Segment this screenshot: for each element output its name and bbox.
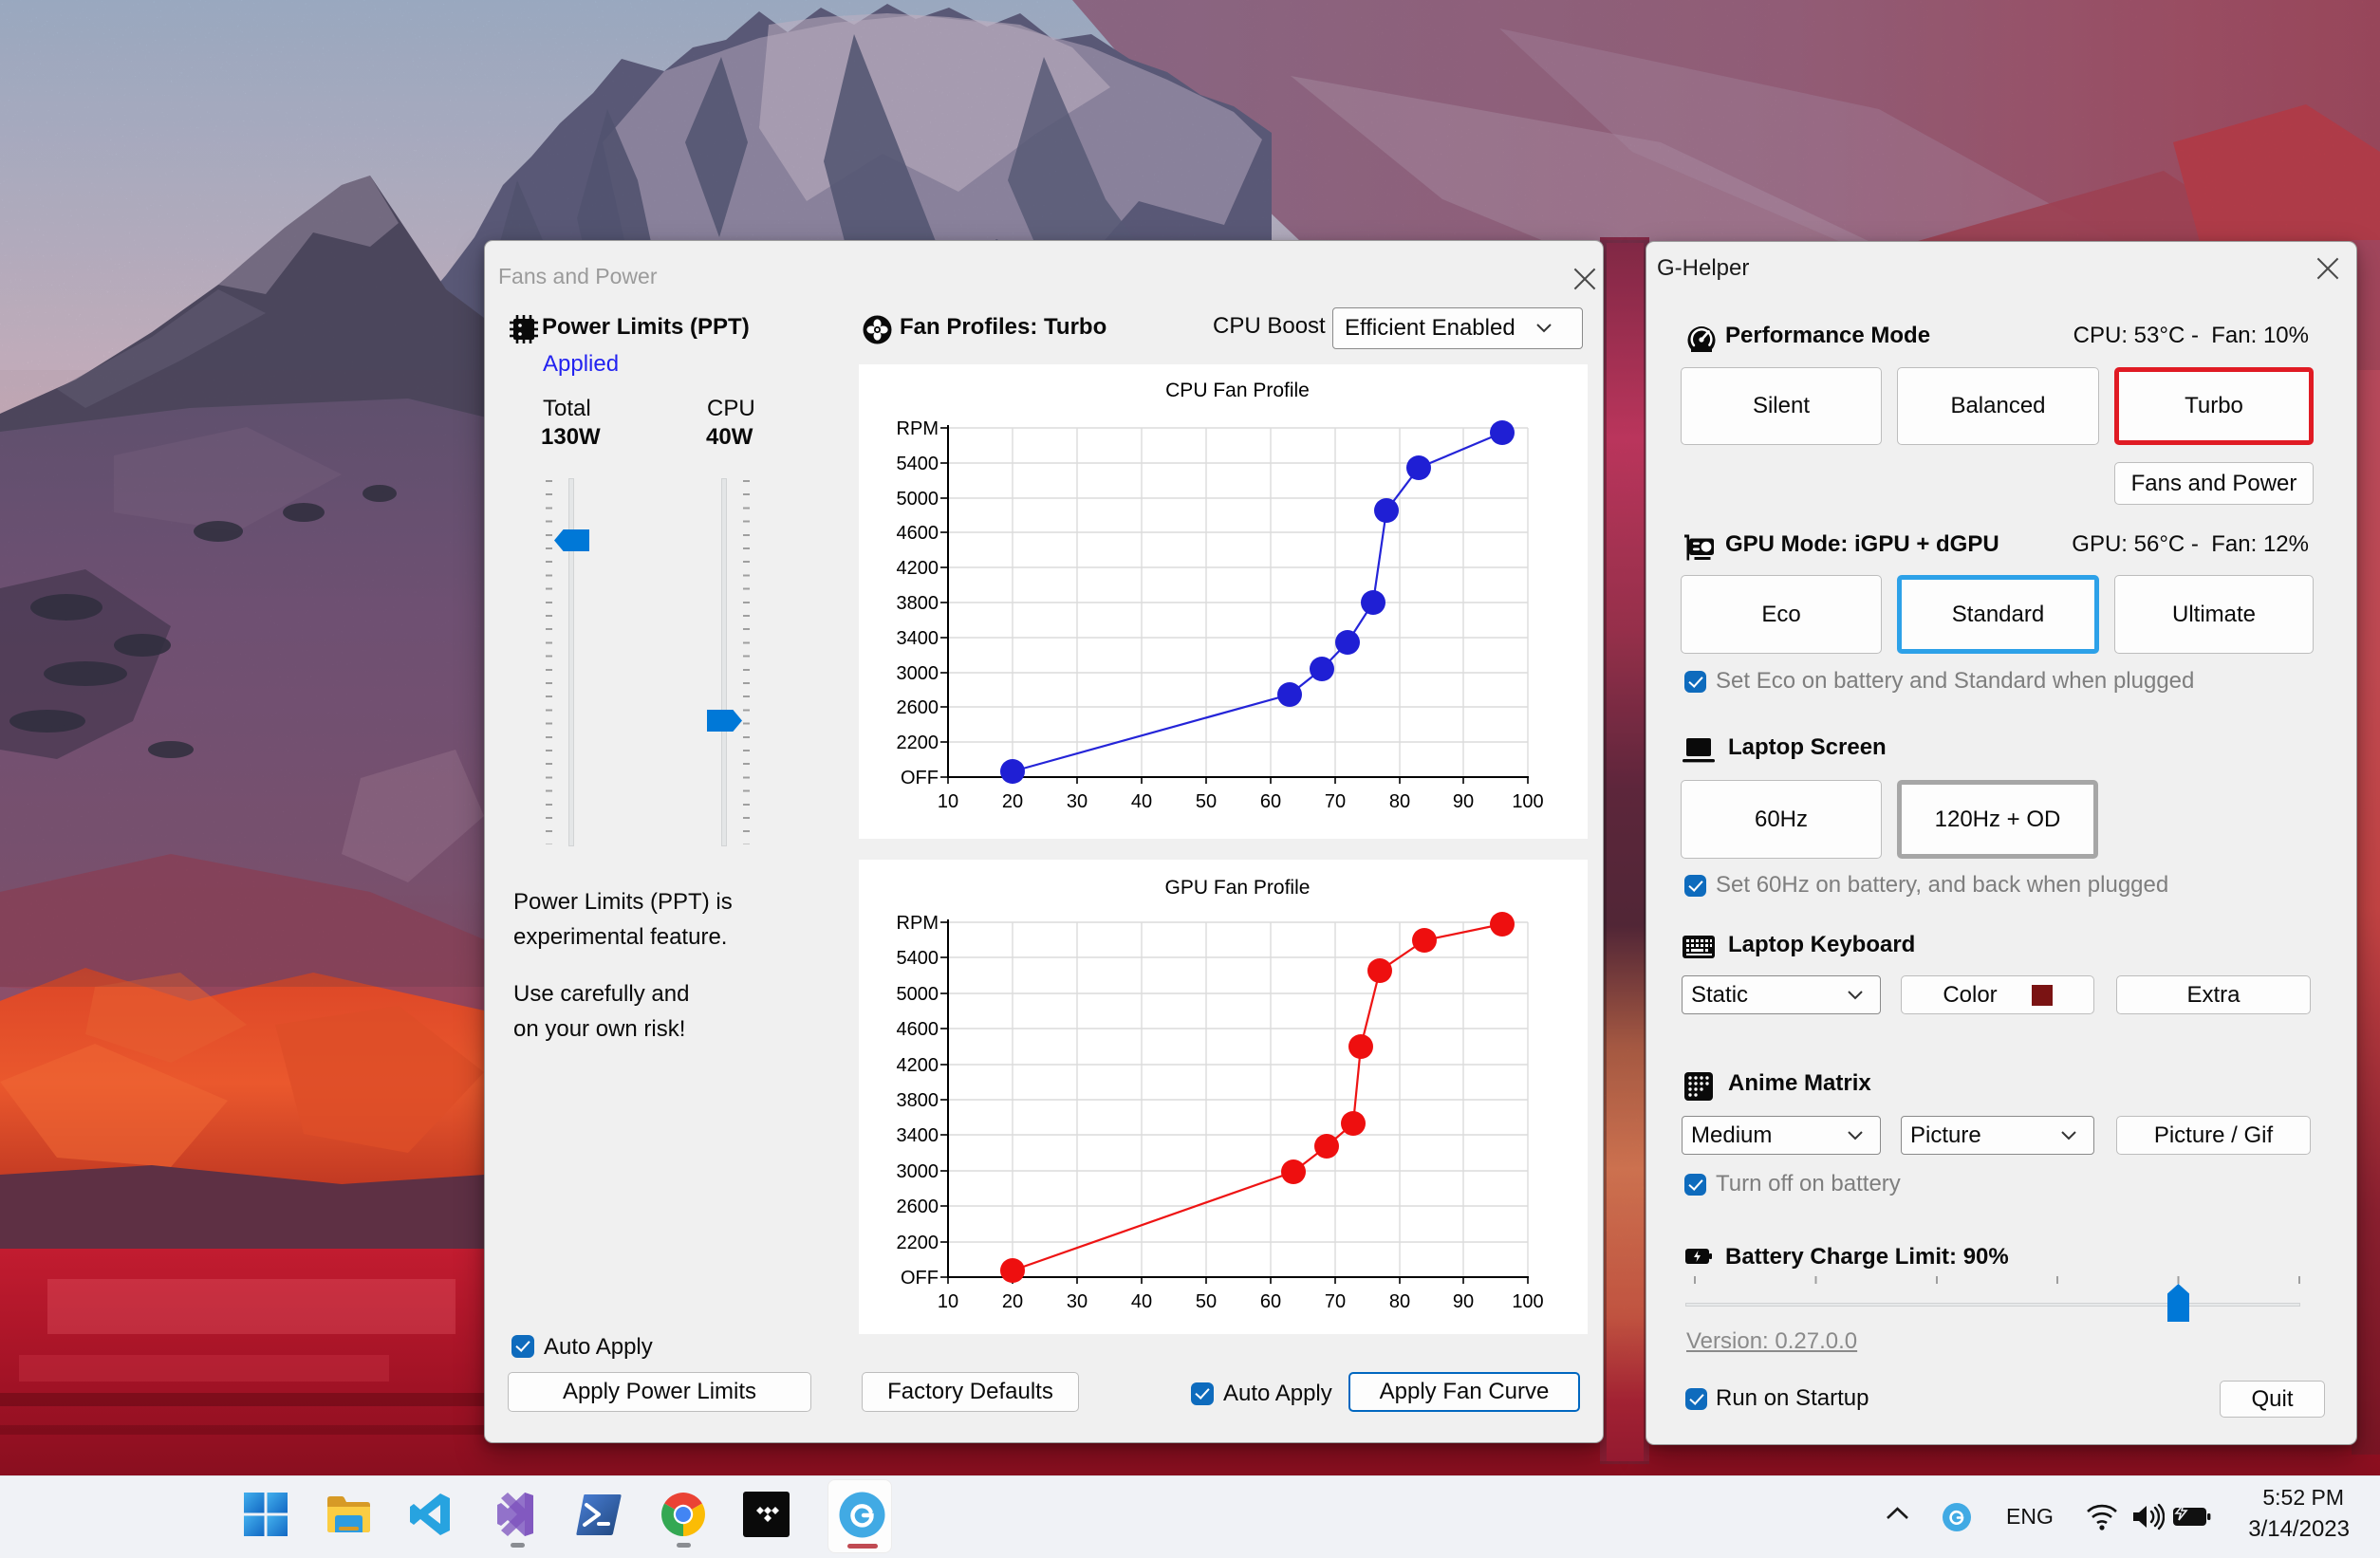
svg-text:10: 10 — [938, 1291, 958, 1312]
svg-text:60: 60 — [1260, 1291, 1281, 1312]
svg-text:OFF: OFF — [901, 768, 939, 788]
svg-text:4200: 4200 — [897, 558, 939, 579]
svg-text:50: 50 — [1196, 1291, 1217, 1312]
svg-text:4200: 4200 — [897, 1055, 939, 1076]
svg-text:90: 90 — [1453, 1291, 1474, 1312]
svg-text:3000: 3000 — [897, 663, 939, 684]
svg-text:5000: 5000 — [897, 489, 939, 510]
svg-text:2200: 2200 — [897, 733, 939, 753]
svg-text:70: 70 — [1325, 1291, 1346, 1312]
svg-text:90: 90 — [1453, 791, 1474, 812]
svg-text:40: 40 — [1131, 791, 1152, 812]
svg-text:5400: 5400 — [897, 948, 939, 969]
svg-text:3800: 3800 — [897, 1090, 939, 1111]
svg-text:80: 80 — [1389, 1291, 1410, 1312]
svg-text:60: 60 — [1260, 791, 1281, 812]
svg-text:20: 20 — [1002, 791, 1023, 812]
svg-text:2600: 2600 — [897, 1196, 939, 1217]
svg-text:30: 30 — [1067, 791, 1088, 812]
svg-text:3400: 3400 — [897, 1125, 939, 1146]
svg-text:10: 10 — [938, 791, 958, 812]
svg-text:3000: 3000 — [897, 1161, 939, 1182]
svg-text:70: 70 — [1325, 791, 1346, 812]
svg-text:40: 40 — [1131, 1291, 1152, 1312]
svg-text:20: 20 — [1002, 1291, 1023, 1312]
svg-text:5000: 5000 — [897, 984, 939, 1005]
svg-text:OFF: OFF — [901, 1268, 939, 1289]
svg-text:RPM: RPM — [897, 913, 939, 934]
svg-text:RPM: RPM — [897, 418, 939, 439]
svg-text:50: 50 — [1196, 791, 1217, 812]
svg-text:2200: 2200 — [897, 1233, 939, 1253]
svg-text:5400: 5400 — [897, 454, 939, 474]
svg-text:GPU Fan Profile: GPU Fan Profile — [1165, 877, 1311, 899]
svg-text:30: 30 — [1067, 1291, 1088, 1312]
svg-text:4600: 4600 — [897, 1019, 939, 1040]
svg-text:100: 100 — [1512, 791, 1543, 812]
svg-text:80: 80 — [1389, 791, 1410, 812]
svg-text:2600: 2600 — [897, 697, 939, 718]
svg-text:CPU Fan Profile: CPU Fan Profile — [1165, 380, 1310, 401]
svg-text:3800: 3800 — [897, 593, 939, 614]
svg-text:3400: 3400 — [897, 628, 939, 649]
svg-text:4600: 4600 — [897, 523, 939, 544]
svg-text:100: 100 — [1512, 1291, 1543, 1312]
